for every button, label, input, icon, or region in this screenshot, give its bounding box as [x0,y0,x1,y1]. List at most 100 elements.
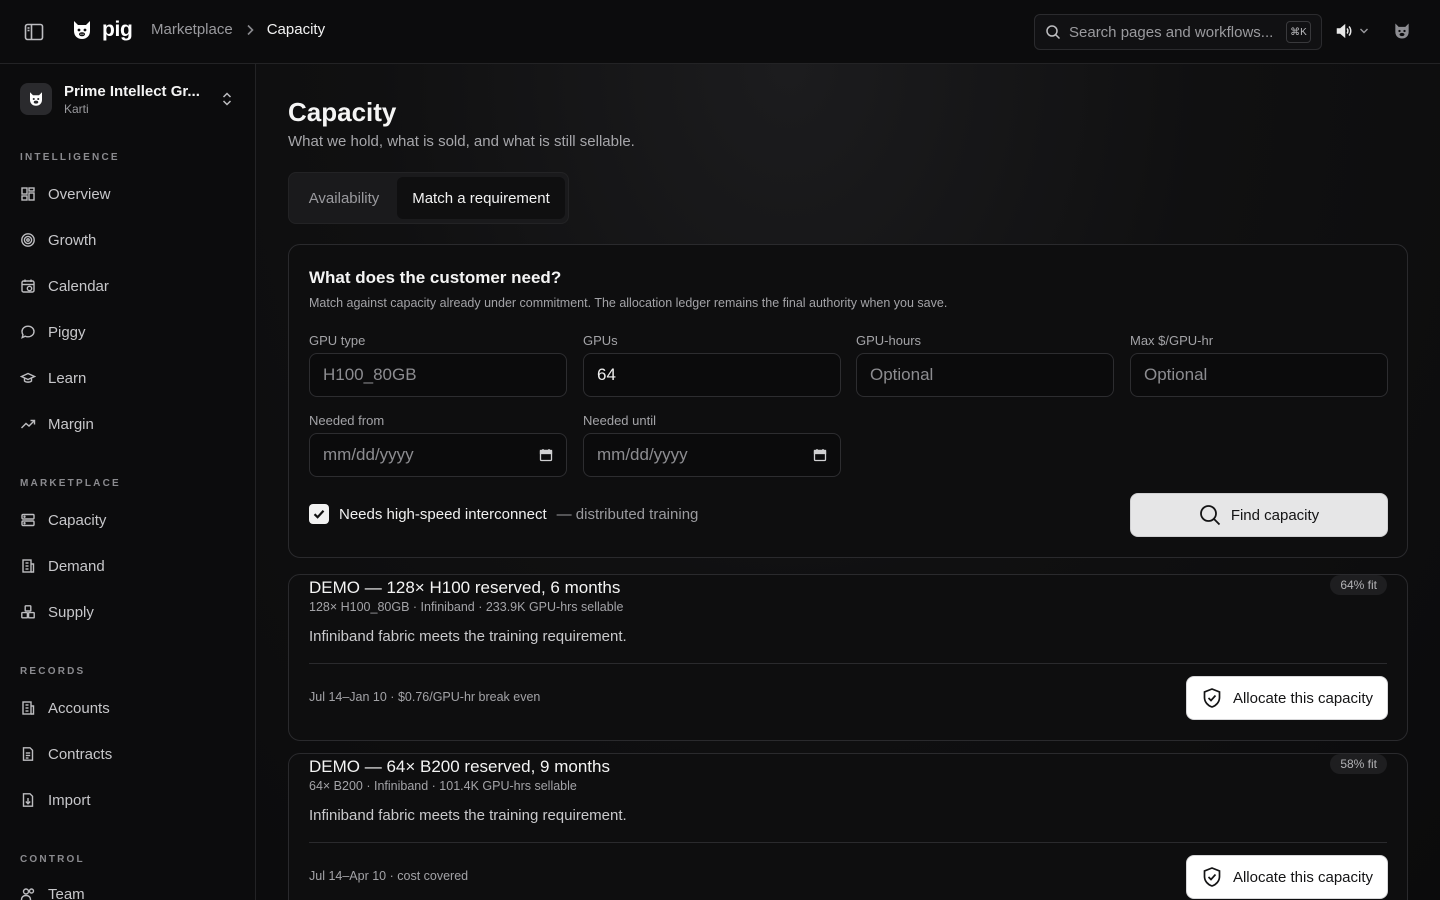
sidebar-item-label: Import [48,791,91,809]
sidebar-item-learn[interactable]: Learn [20,364,236,392]
sidebar-item-supply[interactable]: Supply [20,598,236,626]
sidebar-item-margin[interactable]: Margin [20,410,236,438]
sidebar-item-import[interactable]: Import [20,786,236,814]
sidebar-item-capacity[interactable]: Capacity [20,506,236,534]
org-name: Prime Intellect Gr... [64,82,200,100]
interconnect-checkbox-row[interactable]: Needs high-speed interconnect — distribu… [309,504,698,524]
search-icon [1045,24,1061,40]
sidebar-item-label: Supply [48,603,94,621]
file-import-icon [20,792,36,808]
sidebar-item-label: Accounts [48,699,110,717]
gpu-type-input[interactable] [323,365,553,385]
check-icon [313,510,325,519]
main-content: Capacity What we hold, what is sold, and… [256,64,1440,900]
gpu-hours-input[interactable] [870,365,1100,385]
server-icon [20,512,36,528]
sidebar-item-label: Contracts [48,745,113,763]
sidebar-item-label: Capacity [48,511,107,529]
search-shortcut-badge: ⌘K [1286,21,1311,43]
sidebar-item-contracts[interactable]: Contracts [20,740,236,768]
chevron-right-icon [245,24,255,36]
sidebar: Prime Intellect Gr... Karti INTELLIGENCE… [0,64,256,900]
search-input[interactable] [1069,23,1286,41]
interconnect-checkbox[interactable] [309,504,329,524]
sidebar-item-label: Overview [48,185,111,203]
sidebar-toggle-icon[interactable] [22,20,46,44]
max-price-field[interactable] [1130,353,1388,397]
shield-check-icon [1201,687,1223,709]
gpu-hours-label: GPU-hours [856,333,922,348]
sidebar-item-team[interactable]: Team [20,880,236,900]
org-avatar [20,83,52,115]
allocate-capacity-button[interactable]: Allocate this capacity [1186,855,1388,899]
gpus-input[interactable] [597,365,827,385]
sidebar-item-overview[interactable]: Overview [20,180,236,208]
pig-logo-icon [70,18,94,42]
org-user: Karti [64,101,89,116]
section-label-control: CONTROL [20,854,85,865]
sound-menu-button[interactable] [1335,22,1369,40]
fit-badge: 64% fit [1330,575,1387,595]
grid-icon [20,186,36,202]
result-title: DEMO — 64× B200 reserved, 9 months [309,757,610,776]
gpu-type-label: GPU type [309,333,366,348]
breadcrumb-marketplace[interactable]: Marketplace [151,21,233,38]
interconnect-label: Needs high-speed interconnect [339,505,547,523]
result-meta: 64× B200 · Infiniband · 101.4K GPU-hrs s… [309,779,577,793]
capacity-result-card: DEMO — 128× H100 reserved, 6 months 128×… [288,574,1408,741]
page-subtitle: What we hold, what is sold, and what is … [288,133,635,150]
chevron-down-icon [1359,27,1369,35]
needed-until-input[interactable] [597,445,805,465]
form-description: Match against capacity already under com… [309,296,948,310]
document-icon [20,746,36,762]
top-bar: pig Marketplace Capacity ⌘K [0,0,1440,64]
speaker-icon [1335,22,1353,40]
sidebar-item-demand[interactable]: Demand [20,552,236,580]
section-label-marketplace: MARKETPLACE [20,478,121,489]
gpus-field[interactable] [583,353,841,397]
gpu-type-field[interactable] [309,353,567,397]
tab-match-requirement[interactable]: Match a requirement [397,177,565,219]
interconnect-hint: — distributed training [556,505,699,523]
chat-bubble-icon [20,324,36,340]
sidebar-item-growth[interactable]: Growth [20,226,236,254]
brand[interactable]: pig [70,18,133,42]
building-icon [20,558,36,574]
shield-check-icon [1201,866,1223,888]
allocate-capacity-button[interactable]: Allocate this capacity [1186,676,1388,720]
sidebar-item-label: Piggy [48,323,86,341]
sidebar-item-label: Margin [48,415,94,433]
result-description: Infiniband fabric meets the training req… [309,628,627,645]
search-bar[interactable]: ⌘K [1034,14,1322,50]
org-switcher[interactable]: Prime Intellect Gr... Karti [20,82,240,116]
view-tabs: Availability Match a requirement [288,172,569,224]
brand-name: pig [102,18,133,41]
calendar-icon[interactable] [813,448,827,462]
sidebar-item-accounts[interactable]: Accounts [20,694,236,722]
tab-availability[interactable]: Availability [293,177,395,219]
allocate-capacity-label: Allocate this capacity [1232,689,1374,707]
gpu-hours-field[interactable] [856,353,1114,397]
user-avatar[interactable] [1392,21,1412,41]
max-price-label: Max $/GPU-hr [1130,333,1214,348]
needed-from-input[interactable] [323,445,531,465]
chevrons-up-down-icon [220,90,234,108]
fit-badge: 58% fit [1330,754,1387,774]
trending-up-icon [20,416,36,432]
sidebar-item-calendar[interactable]: Calendar [20,272,236,300]
needed-from-label: Needed from [309,413,385,428]
sidebar-item-label: Calendar [48,277,109,295]
divider [309,663,1387,664]
target-icon [20,232,36,248]
needed-until-field[interactable] [583,433,841,477]
max-price-input[interactable] [1144,365,1374,385]
needed-from-field[interactable] [309,433,567,477]
sidebar-item-piggy[interactable]: Piggy [20,318,236,346]
result-description: Infiniband fabric meets the training req… [309,807,627,824]
sidebar-item-label: Demand [48,557,105,575]
breadcrumb-capacity: Capacity [266,21,326,38]
find-capacity-label: Find capacity [1230,506,1320,524]
breadcrumb: Marketplace Capacity [151,21,325,38]
calendar-icon[interactable] [539,448,553,462]
find-capacity-button[interactable]: Find capacity [1130,493,1388,537]
